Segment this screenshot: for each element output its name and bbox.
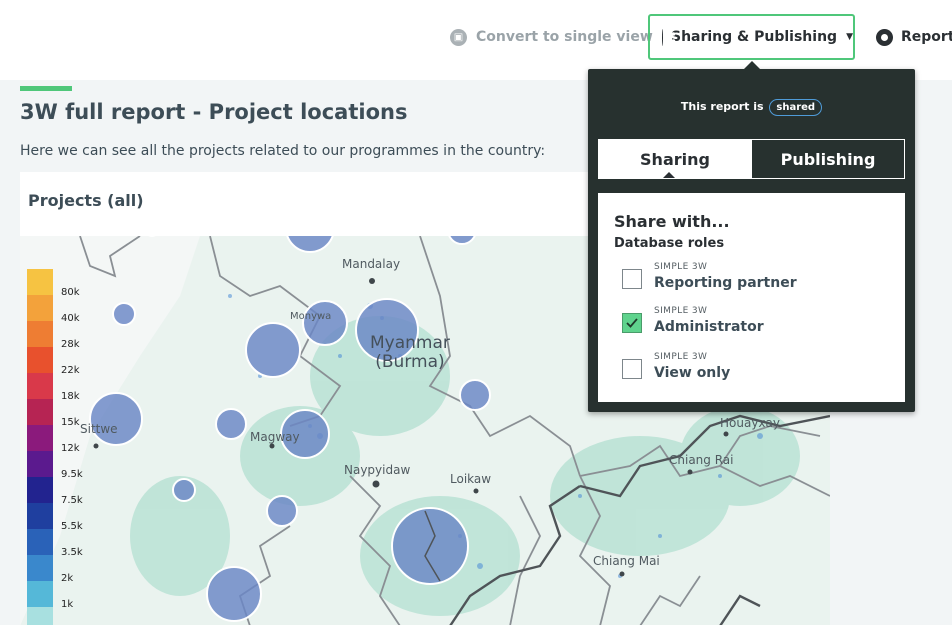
map-label-magway: Magway <box>250 430 300 444</box>
role-name: View only <box>654 365 731 381</box>
legend-swatch <box>27 581 53 607</box>
gear-icon <box>876 28 893 46</box>
country-name-line1: Myanmar <box>370 333 450 353</box>
role-database: SIMPLE 3W <box>654 306 708 316</box>
legend-swatch <box>27 295 53 321</box>
role-checkbox-checked[interactable] <box>622 313 642 333</box>
sharing-publishing-button[interactable]: Sharing & Publishing ▼ <box>648 14 855 60</box>
role-option[interactable]: SIMPLE 3W Administrator <box>622 306 892 340</box>
role-option[interactable]: SIMPLE 3W View only <box>622 352 892 386</box>
legend-swatch <box>27 555 53 581</box>
legend-swatch <box>27 399 53 425</box>
sharing-tabs: Sharing Publishing <box>598 139 905 179</box>
map-label-chiang-rai: Chiang Rai <box>669 453 734 467</box>
convert-single-view-button[interactable]: ▣ Convert to single view <box>450 14 653 60</box>
legend-label: 28k <box>61 339 80 350</box>
role-name: Administrator <box>654 319 764 335</box>
legend-label: 80k <box>61 287 80 298</box>
legend-label: 15k <box>61 417 80 428</box>
map-label-monywa: Monywa <box>290 311 332 322</box>
map-label-naypyidaw: Naypyidaw <box>344 463 411 477</box>
share-status: This report is shared <box>588 99 915 116</box>
report-settings-label: Report s <box>901 29 952 45</box>
share-with-panel: Share with... Database roles SIMPLE 3W R… <box>598 193 905 402</box>
legend-swatch <box>27 529 53 555</box>
legend-label: 7.5k <box>61 495 83 506</box>
legend-label: 40k <box>61 313 80 324</box>
legend-label: 22k <box>61 365 80 376</box>
role-database: SIMPLE 3W <box>654 352 708 362</box>
role-name: Reporting partner <box>654 275 797 291</box>
chevron-down-icon: ▼ <box>846 32 853 42</box>
map-label-loikaw: Loikaw <box>450 472 492 486</box>
legend-swatch <box>27 269 53 295</box>
role-checkbox[interactable] <box>622 269 642 289</box>
map-label-chiang-mai: Chiang Mai <box>593 554 660 568</box>
legend-swatch <box>27 321 53 347</box>
legend-swatch <box>27 347 53 373</box>
map-label-sittwe: Sittwe <box>80 422 118 436</box>
page-title: 3W full report - Project locations <box>20 100 408 124</box>
map-label-houayxay: Houayxay <box>720 416 780 430</box>
map-label-mandalay: Mandalay <box>342 257 401 271</box>
country-name-line2: (Burma) <box>375 352 445 372</box>
legend-label: 1k <box>61 599 74 610</box>
sharing-popover: This report is shared Sharing Publishing… <box>588 61 915 412</box>
role-option[interactable]: SIMPLE 3W Reporting partner <box>622 262 892 296</box>
sharing-publishing-label: Sharing & Publishing <box>670 29 838 45</box>
map-label-country: Myanmar (Burma) <box>370 334 450 372</box>
legend-label: 3.5k <box>61 547 83 558</box>
legend-swatch <box>27 607 53 625</box>
tab-publishing[interactable]: Publishing <box>751 140 904 178</box>
convert-icon: ▣ <box>450 28 467 46</box>
legend-swatch <box>27 373 53 399</box>
share-status-badge: shared <box>769 99 823 116</box>
page-description: Here we can see all the projects related… <box>20 143 546 159</box>
role-checkbox[interactable] <box>622 359 642 379</box>
legend-swatch <box>27 477 53 503</box>
legend-label: 5.5k <box>61 521 83 532</box>
report-settings-button[interactable]: Report s <box>876 14 952 60</box>
check-icon <box>626 318 638 328</box>
convert-label: Convert to single view <box>476 29 653 45</box>
legend-swatch <box>27 451 53 477</box>
legend-label: 2k <box>61 573 74 584</box>
legend-label: 12k <box>61 443 80 454</box>
tab-sharing[interactable]: Sharing <box>599 140 751 178</box>
share-heading: Share with... <box>614 212 730 231</box>
share-status-text: This report is <box>680 100 764 113</box>
legend-label: 18k <box>61 391 80 402</box>
panel-title: Projects (all) <box>28 191 144 210</box>
legend-swatch <box>27 503 53 529</box>
legend-swatch <box>27 425 53 451</box>
share-icon <box>662 28 676 46</box>
report-toolbar: ▣ Convert to single view Sharing & Publi… <box>0 0 952 80</box>
share-subheading: Database roles <box>614 236 725 251</box>
role-database: SIMPLE 3W <box>654 262 708 272</box>
title-accent-bar <box>20 86 72 91</box>
legend-label: 9.5k <box>61 469 83 480</box>
